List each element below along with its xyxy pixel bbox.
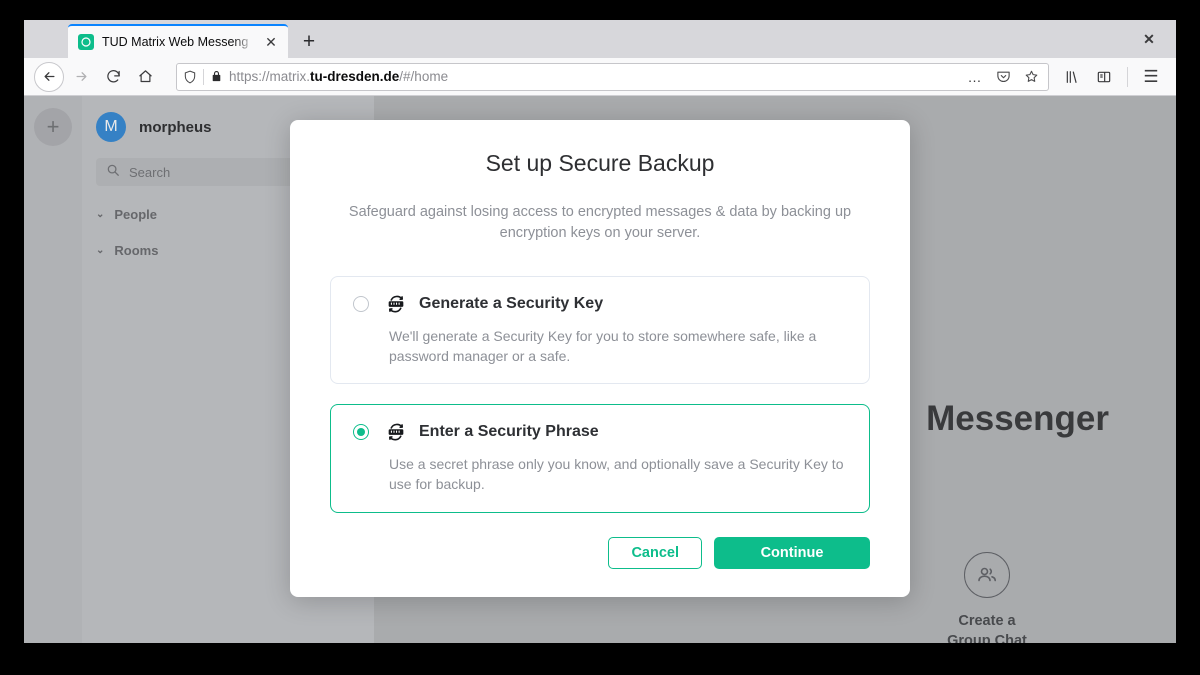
option-description: Use a secret phrase only you know, and o… (389, 456, 844, 493)
new-tab-button[interactable]: + (294, 26, 324, 56)
bookmark-star-icon[interactable] (1020, 66, 1042, 88)
reload-button[interactable] (98, 62, 128, 92)
secure-backup-dialog: Set up Secure Backup Safeguard against l… (290, 120, 910, 598)
padlock-icon[interactable] (210, 70, 223, 83)
home-button[interactable] (130, 62, 160, 92)
dialog-actions: Cancel Continue (330, 537, 870, 570)
dialog-title: Set up Secure Backup (485, 150, 715, 176)
url-path: /#/home (399, 69, 449, 84)
browser-window: TUD Matrix Web Messeng ✕ + ✕ https://mat… (24, 20, 1176, 643)
close-icon[interactable]: ✕ (262, 33, 280, 51)
url-text: https://matrix.tu-dresden.de/#/home (229, 69, 958, 84)
radio-enter-security-phrase[interactable] (353, 424, 369, 441)
dialog-description: Safeguard against losing access to encry… (348, 204, 852, 242)
url-prefix: https://matrix. (229, 69, 311, 84)
secure-backup-key-icon (385, 421, 407, 443)
toolbar-right-actions: ☰ (1057, 62, 1166, 92)
forward-button[interactable] (66, 62, 96, 92)
tab-strip: TUD Matrix Web Messeng ✕ + ✕ (24, 20, 1176, 58)
tracking-protection-shield-icon[interactable] (183, 70, 197, 84)
option-enter-security-phrase[interactable]: Enter a Security Phrase Use a secret phr… (330, 404, 870, 514)
hamburger-menu-icon[interactable]: ☰ (1136, 62, 1166, 92)
option-header: Enter a Security Phrase (353, 421, 849, 443)
tab-title: TUD Matrix Web Messeng (102, 35, 249, 49)
browser-tab[interactable]: TUD Matrix Web Messeng ✕ (68, 24, 288, 58)
navigation-toolbar: https://matrix.tu-dresden.de/#/home … ☰ (24, 58, 1176, 96)
option-generate-security-key[interactable]: Generate a Security Key We'll generate a… (330, 275, 870, 385)
page-content: + M morpheus ⌄ Search ⌄ People (24, 96, 1176, 643)
url-divider (203, 68, 204, 85)
library-icon[interactable] (1057, 62, 1087, 92)
radio-generate-security-key[interactable] (353, 295, 369, 312)
continue-button[interactable]: Continue (714, 537, 870, 570)
matrix-logo-icon (78, 34, 94, 50)
pocket-icon[interactable] (992, 66, 1014, 88)
option-description: We'll generate a Security Key for you to… (389, 327, 817, 364)
url-domain: tu-dresden.de (310, 69, 400, 84)
option-title: Generate a Security Key (419, 294, 604, 312)
url-bar[interactable]: https://matrix.tu-dresden.de/#/home … (176, 62, 1049, 91)
page-actions-ellipsis-icon[interactable]: … (964, 66, 986, 88)
option-header: Generate a Security Key (353, 293, 849, 315)
window-close-button[interactable]: ✕ (1132, 24, 1166, 54)
option-title: Enter a Security Phrase (419, 423, 599, 441)
secure-backup-key-icon (385, 293, 407, 315)
sidebar-icon[interactable] (1089, 62, 1119, 92)
cancel-button[interactable]: Cancel (608, 537, 702, 570)
toolbar-divider (1127, 66, 1128, 87)
back-button[interactable] (34, 61, 64, 92)
